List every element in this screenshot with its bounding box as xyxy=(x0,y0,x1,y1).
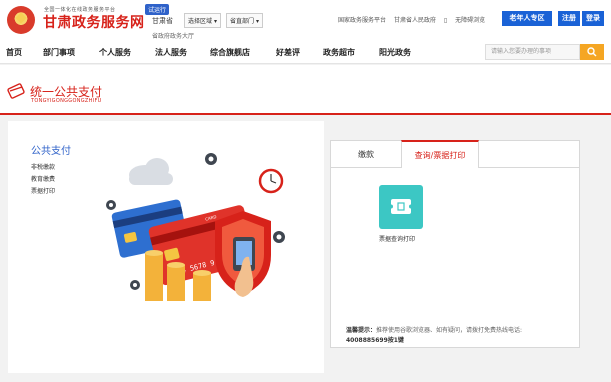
nav-item-department-matters[interactable]: 部门事项 xyxy=(43,47,75,58)
tip-text: 温馨提示：推荐使用谷歌浏览器、如有疑问，请拨打免费热线电话: xyxy=(346,326,571,335)
chevron-down-icon: ▾ xyxy=(213,18,217,25)
list-item-receipt-print[interactable]: 票据打印 xyxy=(31,186,55,195)
chevron-down-icon: ▾ xyxy=(255,18,259,25)
trial-badge: 试运行 xyxy=(145,4,170,15)
tip-label: 温馨提示： xyxy=(346,327,377,334)
elderly-zone-button[interactable]: 老年人专区 xyxy=(502,11,552,26)
receipt-query-print-label[interactable]: 票据查询打印 xyxy=(379,234,415,243)
clock-icon xyxy=(258,168,284,194)
region-select[interactable]: 选择区域 ▾ xyxy=(184,13,221,28)
department-select[interactable]: 省直部门 ▾ xyxy=(226,13,263,28)
nav-item-flagship-store[interactable]: 综合旗舰店 xyxy=(210,47,250,58)
heading-divider xyxy=(0,113,611,115)
region-select-label: 选择区域 xyxy=(188,18,213,25)
top-header: 全国一体化在线政务服务平台 甘肃政务服务网 试运行 甘肃省 选择区域 ▾ 省直部… xyxy=(0,0,611,42)
accessibility-icon: ▯ xyxy=(443,17,448,24)
receipt-icon xyxy=(389,199,413,214)
payment-query-panel: 缴款 查询/票据打印 票据查询打印 温馨提示：推荐使用谷歌浏览器、如有疑问，请拨… xyxy=(330,140,580,348)
search-icon xyxy=(587,47,597,57)
department-select-label: 省直部门 xyxy=(230,18,255,25)
panel-title: 公共支付 xyxy=(31,146,71,157)
nav-item-reviews[interactable]: 好差评 xyxy=(276,47,300,58)
tab-payment[interactable]: 缴款 xyxy=(331,141,401,168)
list-item-education-fees[interactable]: 教育缴费 xyxy=(31,174,55,183)
search-input[interactable]: 请输入您要办理的事项 xyxy=(485,44,580,60)
hotline-number: 4008885699按1键 xyxy=(346,337,404,344)
public-payment-panel: 公共支付 非税缴款 教育缴费 票据打印 1234 5678 9 CARD xyxy=(8,121,324,373)
register-button[interactable]: 注册 xyxy=(558,11,580,26)
nav-item-personal-services[interactable]: 个人服务 xyxy=(99,47,131,58)
cloud-icon xyxy=(129,158,173,185)
national-emblem-icon xyxy=(7,6,35,34)
list-item-non-tax-payment[interactable]: 非税缴款 xyxy=(31,162,55,171)
site-title[interactable]: 甘肃政务服务网 xyxy=(43,12,145,32)
search-button[interactable] xyxy=(580,44,604,60)
provincial-government-link[interactable]: 甘肃省人民政府 xyxy=(394,17,436,24)
top-links: 国家政务服务平台 甘肃省人民政府 ▯ 无障碍浏览 xyxy=(338,15,491,24)
main-nav: 首页 部门事项 个人服务 法人服务 综合旗舰店 好差评 政务超市 阳光政务 请输… xyxy=(0,42,611,64)
login-button[interactable]: 登录 xyxy=(582,11,604,26)
payment-illustration: 1234 5678 9 CARD xyxy=(106,153,285,301)
province-label: 甘肃省 xyxy=(152,17,173,25)
nav-item-legal-entity-services[interactable]: 法人服务 xyxy=(155,47,187,58)
government-hall-link[interactable]: 省政府政务大厅 xyxy=(152,31,194,40)
tab-query-receipt-print[interactable]: 查询/票据打印 xyxy=(401,140,479,168)
national-platform-link[interactable]: 国家政务服务平台 xyxy=(338,17,386,24)
accessibility-link[interactable]: 无障碍浏览 xyxy=(455,17,485,24)
nav-item-gov-supermarket[interactable]: 政务超市 xyxy=(323,47,355,58)
receipt-query-print-button[interactable] xyxy=(379,185,423,229)
tab-divider xyxy=(479,167,579,168)
tip-message: 推荐使用谷歌浏览器、如有疑问，请拨打免费热线电话: xyxy=(376,327,523,334)
nav-item-sunshine-affairs[interactable]: 阳光政务 xyxy=(379,47,411,58)
page-title-pinyin: TONGYIGONGGONGZHIFU xyxy=(31,98,102,104)
page-heading: 统一公共支付 TONGYIGONGGONGZHIFU xyxy=(0,65,611,115)
nav-item-home[interactable]: 首页 xyxy=(6,47,22,58)
payment-icon xyxy=(7,83,25,99)
